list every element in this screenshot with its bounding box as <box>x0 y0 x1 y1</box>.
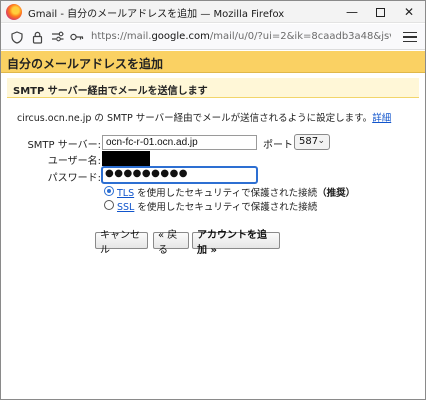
ssl-text: を使用したセキュリティで保護された接続 <box>134 202 318 213</box>
back-button[interactable]: « 戻る <box>153 230 189 256</box>
tls-option[interactable]: TLS を使用したセキュリティで保護された接続（推奨） <box>117 185 355 199</box>
section-header: SMTP サーバー経由でメールを送信します <box>7 78 419 98</box>
details-link[interactable]: 詳細 <box>372 113 391 124</box>
url-bar[interactable]: https://mail.google.com/mail/u/0/?ui=2&i… <box>1 24 425 50</box>
add-account-button[interactable]: アカウントを追加 » <box>192 230 280 256</box>
browser-window: Gmail - 自分のメールアドレスを追加 — Mozilla Firefox … <box>0 0 426 400</box>
url-prefix: https://mail. <box>91 31 152 42</box>
page-title: 自分のメールアドレスを追加 <box>7 57 164 71</box>
cancel-button[interactable]: キャンセル <box>95 230 148 256</box>
port-select[interactable]: 587 ⌄ <box>294 134 330 150</box>
permissions-icon[interactable] <box>49 29 65 45</box>
tls-link[interactable]: TLS <box>117 188 134 199</box>
shield-icon[interactable] <box>9 29 25 45</box>
maximize-button[interactable] <box>365 1 395 23</box>
description: circus.ocn.ne.jp の SMTP サーバー経由でメールが送信される… <box>17 110 391 124</box>
username-label: ユーザー名: <box>47 156 101 167</box>
ssl-link[interactable]: SSL <box>117 202 134 213</box>
chevron-down-icon: ⌄ <box>317 136 325 146</box>
section-title: SMTP サーバー経由でメールを送信します <box>13 86 208 97</box>
tls-radio[interactable] <box>104 186 114 196</box>
smtp-server-input[interactable] <box>102 135 257 150</box>
key-icon[interactable] <box>69 29 85 45</box>
page-content: 自分のメールアドレスを追加 SMTP サーバー経由でメールを送信します circ… <box>1 51 425 399</box>
title-bar: Gmail - 自分のメールアドレスを追加 — Mozilla Firefox … <box>1 1 425 23</box>
ssl-option[interactable]: SSL を使用したセキュリティで保護された接続 <box>117 199 317 213</box>
ssl-radio[interactable] <box>104 200 114 210</box>
tls-text: を使用したセキュリティで保護された接続 <box>134 188 318 199</box>
url-domain: google.com <box>151 31 210 42</box>
lock-icon[interactable] <box>29 29 45 45</box>
url-path: /mail/u/0/?ui=2&ik=8caadb3a48&jsver=Btbx <box>209 31 391 42</box>
password-label: パスワード: <box>47 173 101 184</box>
minimize-button[interactable]: — <box>337 1 367 23</box>
password-dots: ●●●●●●●●● <box>105 168 189 179</box>
window-title: Gmail - 自分のメールアドレスを追加 — Mozilla Firefox <box>28 9 285 20</box>
description-text: circus.ocn.ne.jp の SMTP サーバー経由でメールが送信される… <box>17 113 373 124</box>
page-header: 自分のメールアドレスを追加 <box>1 51 425 73</box>
url-text[interactable]: https://mail.google.com/mail/u/0/?ui=2&i… <box>91 31 391 42</box>
maximize-icon <box>375 7 385 17</box>
firefox-icon <box>6 4 22 20</box>
smtp-server-label: SMTP サーバー: <box>27 140 101 151</box>
port-value: 587 <box>299 136 319 147</box>
tls-recommended: （推奨） <box>317 188 356 199</box>
username-input[interactable] <box>102 151 150 166</box>
close-button[interactable]: ✕ <box>394 1 424 23</box>
hamburger-menu-icon[interactable] <box>403 30 417 44</box>
port-label: ポート: <box>263 140 297 151</box>
